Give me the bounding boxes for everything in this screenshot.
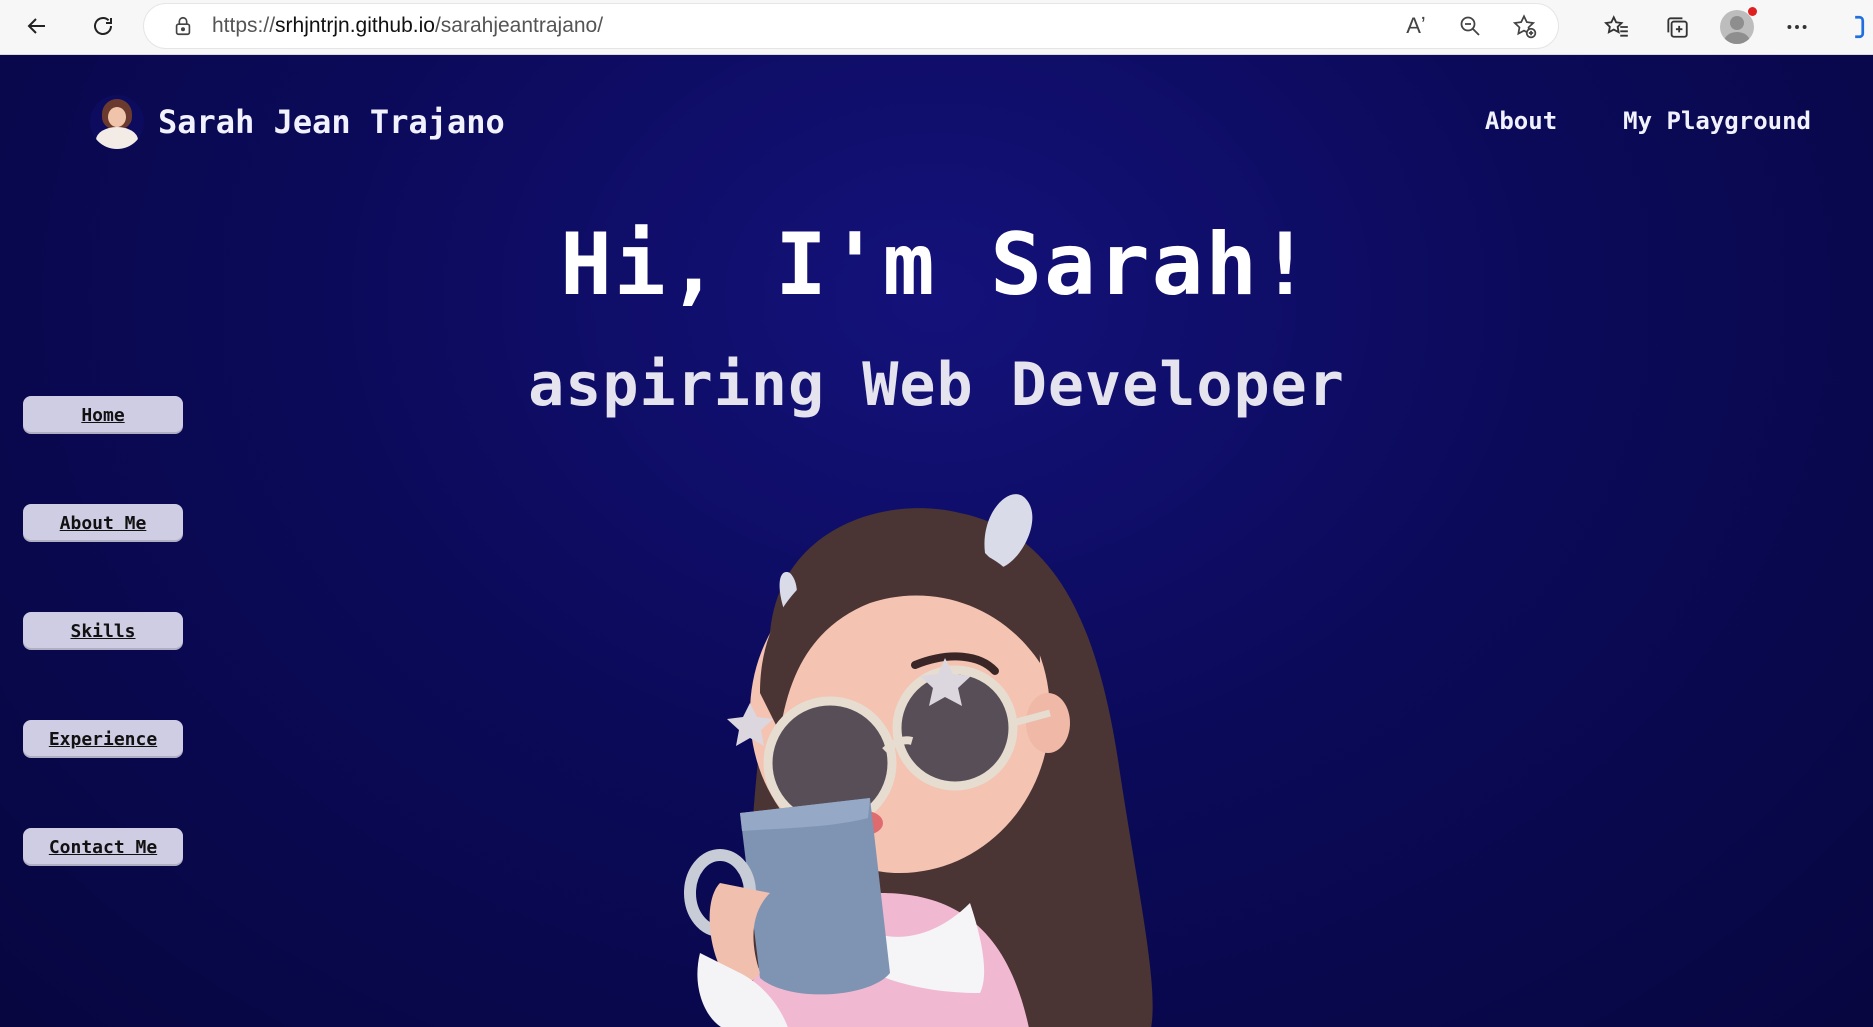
url-text: https://srhjntrjn.github.io/sarahjeantra… bbox=[212, 14, 604, 37]
notification-dot bbox=[1748, 7, 1757, 16]
nav-my-playground[interactable]: My Playground bbox=[1623, 107, 1811, 135]
hero-title: Hi, I'm Sarah! bbox=[560, 215, 1313, 315]
back-button[interactable] bbox=[17, 6, 57, 46]
side-nav-about-me[interactable]: About Me bbox=[23, 504, 183, 542]
side-nav-skills[interactable]: Skills bbox=[23, 612, 183, 650]
side-nav-contact-me[interactable]: Contact Me bbox=[23, 828, 183, 866]
side-nav-experience[interactable]: Experience bbox=[23, 720, 183, 758]
back-arrow-icon bbox=[27, 18, 45, 34]
add-favorite-icon[interactable] bbox=[1506, 8, 1542, 44]
brand-name: Sarah Jean Trajano bbox=[158, 103, 505, 141]
brand[interactable]: Sarah Jean Trajano bbox=[90, 95, 505, 149]
side-nav: Home About Me Skills Experience Contact … bbox=[23, 396, 183, 936]
top-nav: About My Playground bbox=[1485, 107, 1811, 135]
brand-avatar bbox=[90, 95, 144, 149]
avatar-illustration bbox=[684, 494, 1153, 1027]
side-nav-home[interactable]: Home bbox=[23, 396, 183, 434]
zoom-out-icon[interactable] bbox=[1452, 8, 1488, 44]
collections-icon[interactable] bbox=[1653, 3, 1701, 51]
address-bar[interactable]: https://srhjntrjn.github.io/sarahjeantra… bbox=[144, 4, 1558, 48]
profile-avatar[interactable] bbox=[1713, 3, 1761, 51]
browser-toolbar: https://srhjntrjn.github.io/sarahjeantra… bbox=[0, 0, 1873, 55]
more-menu-icon[interactable] bbox=[1773, 3, 1821, 51]
portfolio-page: Sarah Jean Trajano About My Playground H… bbox=[0, 55, 1873, 1027]
hero-subtitle: aspiring Web Developer bbox=[528, 350, 1345, 420]
nav-about[interactable]: About bbox=[1485, 107, 1557, 135]
read-aloud-icon[interactable]: Aʼ bbox=[1398, 8, 1434, 44]
favorites-icon[interactable] bbox=[1593, 3, 1641, 51]
lock-icon bbox=[175, 16, 191, 36]
copilot-icon[interactable] bbox=[1833, 3, 1873, 51]
refresh-button[interactable] bbox=[83, 6, 123, 46]
refresh-icon bbox=[94, 17, 112, 35]
